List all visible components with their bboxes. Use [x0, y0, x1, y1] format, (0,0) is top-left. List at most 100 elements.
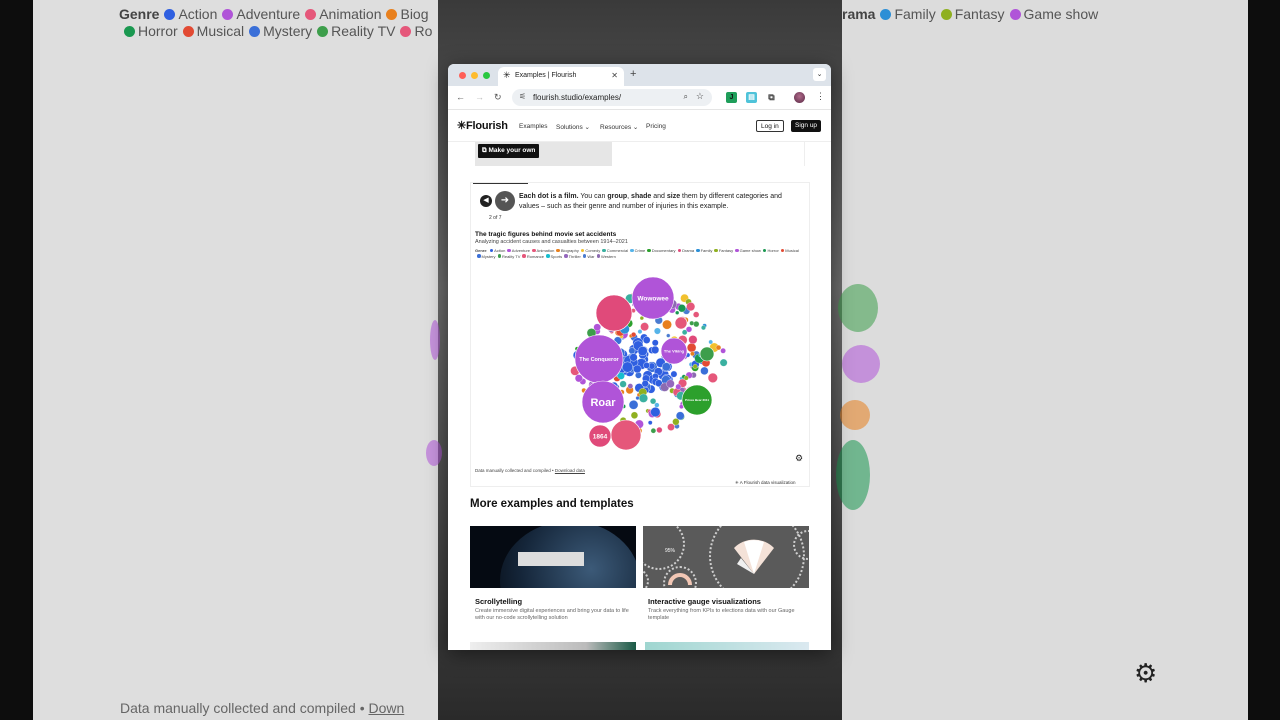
film-bubble[interactable]	[693, 311, 700, 318]
zoom-search-icon[interactable]: ⌕	[684, 92, 688, 102]
film-bubble[interactable]	[635, 396, 640, 401]
film-bubble[interactable]	[662, 319, 672, 330]
film-bubble[interactable]	[641, 380, 649, 388]
film-bubble[interactable]	[701, 325, 706, 331]
film-bubble[interactable]	[677, 304, 686, 313]
film-bubble[interactable]	[667, 423, 675, 431]
url-field[interactable]: ⚟ flourish.studio/examples/ ⌕ ☆	[512, 89, 712, 106]
legend-item[interactable]: Sports	[544, 254, 562, 259]
bubble-chart[interactable]: Wowowee The Conqueror Roar 1864 The Viking Pr…	[471, 261, 811, 461]
legend-item[interactable]: Comedy	[579, 248, 600, 253]
template-card-gauge[interactable]: 95% Interactive gauge visualizations Tra…	[643, 526, 809, 632]
legend-item[interactable]: Romance	[520, 254, 544, 259]
login-button[interactable]: Log in	[756, 120, 784, 132]
film-bubble[interactable]	[637, 329, 643, 334]
film-bubble[interactable]	[683, 375, 689, 381]
legend-item[interactable]: Documentary	[645, 248, 676, 253]
film-bubble[interactable]	[595, 294, 633, 332]
film-bubble[interactable]	[654, 402, 660, 408]
film-bubble[interactable]	[638, 393, 648, 403]
maximize-window-icon[interactable]	[483, 72, 490, 79]
film-bubble[interactable]	[631, 332, 637, 338]
film-bubble[interactable]	[688, 335, 698, 345]
chart-settings-gear-icon[interactable]: ⚙	[795, 453, 803, 464]
film-bubble[interactable]	[617, 372, 625, 380]
film-bubble[interactable]	[687, 343, 697, 353]
new-tab-plus-icon[interactable]: +	[630, 68, 636, 80]
film-bubble[interactable]	[650, 398, 657, 405]
legend-item[interactable]: Biography	[554, 248, 579, 253]
film-bubble[interactable]	[685, 326, 693, 333]
film-bubble[interactable]	[654, 327, 661, 335]
film-bubble[interactable]	[707, 372, 718, 383]
download-data-link[interactable]: Download data	[555, 468, 585, 473]
legend-item[interactable]: Animation	[530, 248, 554, 253]
legend-item[interactable]: Fantasy	[712, 248, 733, 253]
legend-item[interactable]: Adventure	[505, 248, 530, 253]
tab-close-icon[interactable]: ✕	[611, 71, 618, 80]
film-bubble[interactable]	[651, 345, 660, 354]
extension-j-icon[interactable]: J	[726, 92, 737, 103]
next-template-thumbnail[interactable]	[645, 642, 809, 650]
film-bubble[interactable]	[643, 361, 650, 369]
film-bubble[interactable]	[670, 370, 678, 378]
previous-step-button[interactable]: ◀	[480, 195, 492, 207]
film-bubble[interactable]	[666, 379, 675, 388]
reload-icon[interactable]: ↻	[494, 92, 502, 103]
film-bubble[interactable]	[686, 302, 696, 311]
film-bubble[interactable]	[715, 344, 722, 351]
film-bubble[interactable]	[627, 383, 634, 389]
site-info-icon[interactable]: ⚟	[519, 92, 526, 101]
film-bubble[interactable]	[672, 418, 680, 426]
browser-tab[interactable]: ✳ Examples | Flourish ✕	[498, 67, 624, 86]
film-bubble[interactable]	[642, 336, 651, 344]
nav-resources[interactable]: Resources ⌄	[600, 123, 638, 131]
legend-item[interactable]: Drama	[676, 248, 694, 253]
next-template-thumbnail[interactable]	[470, 642, 636, 650]
legend-item[interactable]: Crime	[628, 248, 645, 253]
film-bubble[interactable]	[708, 339, 713, 345]
film-bubble[interactable]	[675, 310, 680, 315]
legend-item[interactable]: Musical	[779, 248, 799, 253]
film-bubble[interactable]	[619, 380, 627, 388]
film-bubble[interactable]	[700, 366, 709, 375]
minimize-window-icon[interactable]	[471, 72, 478, 79]
chart-legend[interactable]: Genre Action Adventure Animation Biography C…	[475, 248, 805, 259]
legend-item[interactable]: Thriller	[562, 254, 581, 259]
legend-item[interactable]: Commercial	[600, 248, 628, 253]
legend-item[interactable]: Action	[488, 248, 505, 253]
make-your-own-button[interactable]: ⧉ Make your own	[478, 144, 540, 158]
film-bubble[interactable]	[640, 322, 649, 331]
back-arrow-icon[interactable]: ←	[456, 92, 465, 102]
film-bubble[interactable]	[628, 400, 639, 410]
legend-item[interactable]: Game show	[733, 248, 761, 253]
film-bubble[interactable]	[675, 383, 682, 390]
film-bubble[interactable]	[720, 348, 726, 354]
film-bubble[interactable]	[647, 420, 653, 425]
film-bubble[interactable]	[690, 351, 695, 357]
film-bubble[interactable]	[637, 346, 648, 356]
signup-button[interactable]: Sign up	[791, 120, 822, 132]
close-window-icon[interactable]	[459, 72, 466, 79]
profile-avatar[interactable]	[794, 92, 805, 103]
film-bubble[interactable]	[630, 411, 639, 419]
film-bubble[interactable]	[719, 358, 728, 367]
film-bubble[interactable]	[656, 426, 663, 434]
film-bubble[interactable]	[699, 346, 715, 362]
forward-arrow-icon[interactable]: →	[475, 92, 484, 102]
nav-examples[interactable]: Examples	[519, 123, 548, 130]
legend-item[interactable]: Family	[694, 248, 712, 253]
legend-item[interactable]: War	[581, 254, 595, 259]
film-bubble[interactable]	[629, 353, 638, 362]
bookmark-star-icon[interactable]: ☆	[696, 91, 704, 102]
film-bubble[interactable]	[692, 364, 698, 369]
film-bubble[interactable]	[693, 321, 700, 328]
film-bubble[interactable]	[635, 371, 642, 379]
legend-item[interactable]: Reality TV	[496, 254, 520, 259]
film-bubble[interactable]	[674, 316, 688, 330]
film-bubble[interactable]	[650, 428, 657, 434]
legend-item[interactable]: Western	[595, 254, 616, 259]
extensions-puzzle-icon[interactable]: ⧉	[766, 92, 777, 103]
flourish-logo[interactable]: ✳Flourish	[457, 119, 508, 132]
legend-item[interactable]: Horror	[761, 248, 779, 253]
